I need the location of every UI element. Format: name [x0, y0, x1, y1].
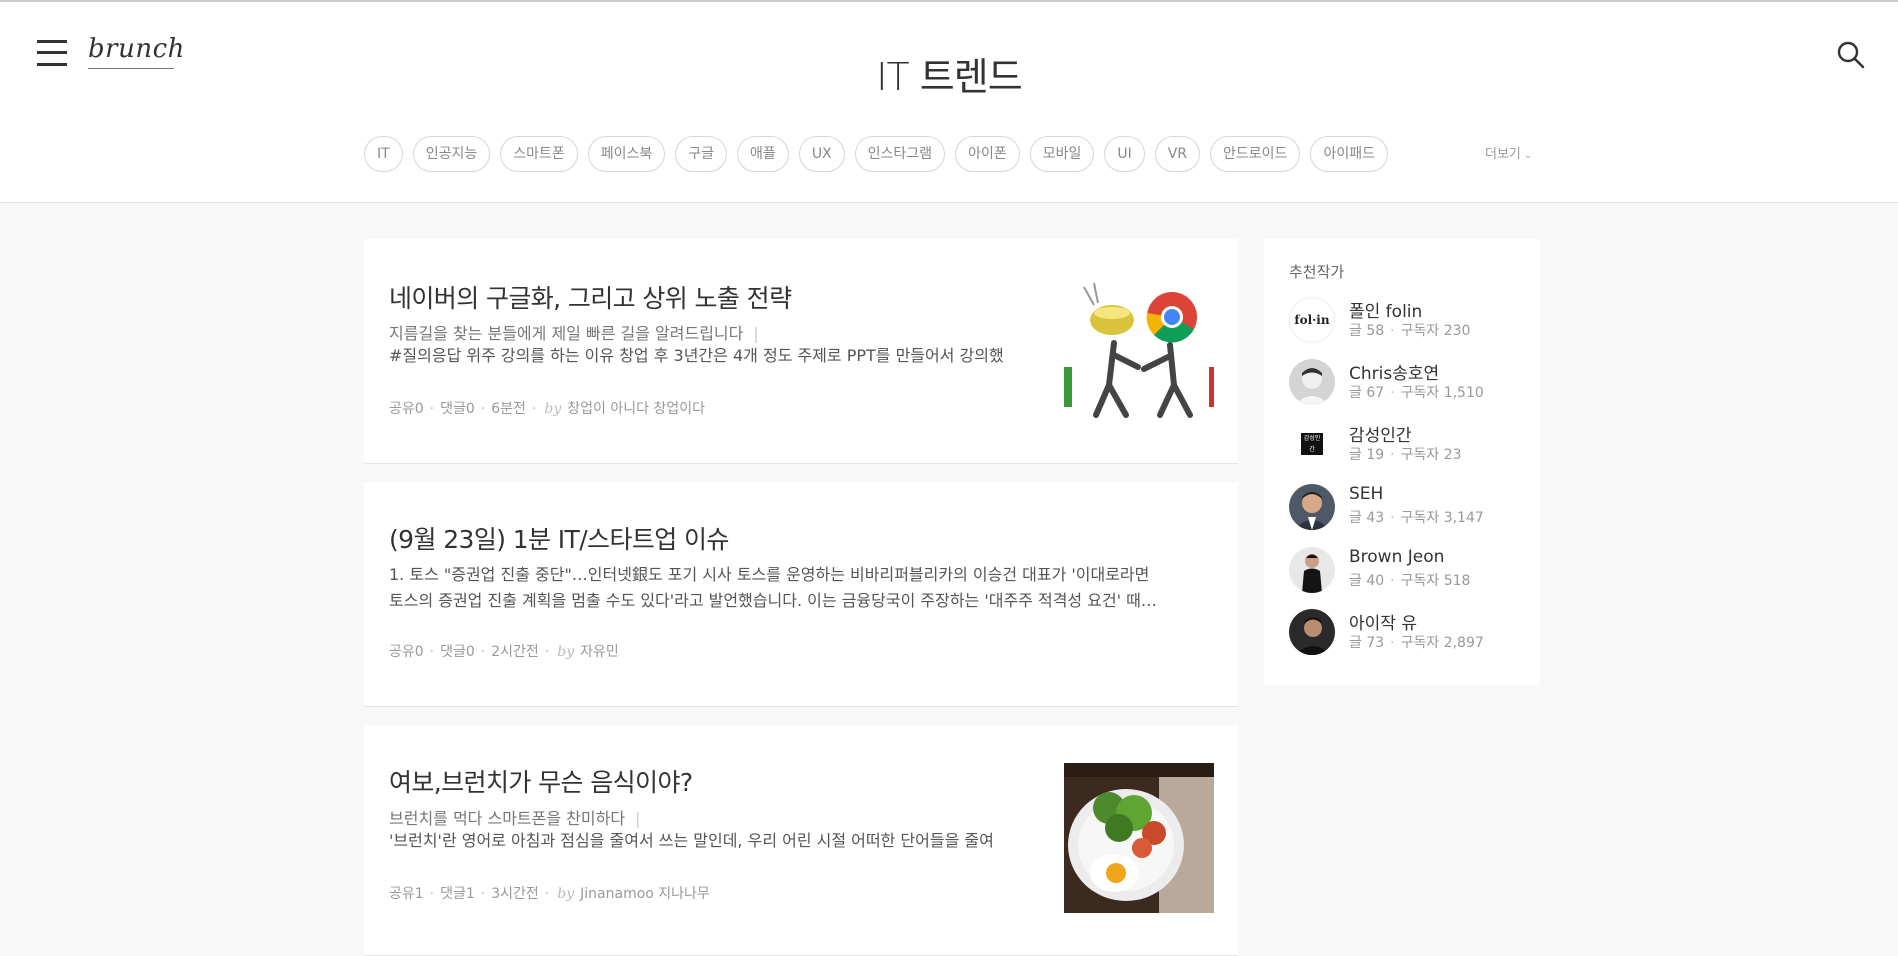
writer-stats: 글 73 · 구독자 2,897	[1349, 635, 1484, 651]
writer-name: 아이작 유	[1349, 614, 1417, 634]
keyword-tag[interactable]: 모바일	[1029, 136, 1095, 172]
avatar	[1289, 547, 1335, 593]
comment-count: 댓글1	[440, 886, 475, 902]
writer-name: Chris송호연	[1349, 364, 1440, 384]
article-card[interactable]: 여보,브런치가 무슨 음식이야? 브런치를 먹다 스마트폰을 찬미하다 | '브런…	[364, 725, 1238, 956]
avatar: 감성인간	[1289, 421, 1335, 467]
author-link[interactable]: 창업이 아니다 창업이다	[567, 401, 705, 417]
writer-name: 감성인간	[1349, 426, 1412, 446]
writer-stats: 글 40 · 구독자 518	[1349, 573, 1471, 589]
article-excerpt-line2: 토스의 증권업 진출 계획을 멈출 수도 있다'라고 발언했습니다. 이는 금융…	[389, 591, 1157, 610]
writer-stats: 글 67 · 구독자 1,510	[1349, 385, 1484, 401]
keyword-tag[interactable]: UI	[1104, 136, 1145, 172]
keyword-tag[interactable]: IT	[364, 136, 403, 172]
article-card[interactable]: 네이버의 구글화, 그리고 상위 노출 전략 지름길을 찾는 분들에게 제일 빠…	[364, 239, 1238, 464]
author-link[interactable]: Jinanamoo 지나나무	[580, 886, 710, 902]
article-meta: 공유0 · 댓글0 · 6분전 · by 창업이 아니다 창업이다	[389, 401, 705, 417]
article-title[interactable]: (9월 23일) 1분 IT/스타트업 이슈	[389, 520, 729, 556]
writer-item[interactable]: 감성인간 감성인간 글 19 · 구독자 23	[1289, 419, 1539, 469]
avatar	[1289, 484, 1335, 530]
writer-item[interactable]: fol·in 폴인 folin 글 58 · 구독자 230	[1289, 295, 1539, 345]
article-subtitle: 브런치를 먹다 스마트폰을 찬미하다 |	[389, 809, 641, 828]
writer-stats: 글 19 · 구독자 23	[1349, 447, 1462, 463]
recommended-writers-panel: 추천작가 fol·in 폴인 folin 글 58 · 구독자 230 Chris송…	[1264, 239, 1540, 685]
avatar	[1289, 359, 1335, 405]
share-count: 공유0	[389, 401, 424, 417]
keyword-tag[interactable]: VR	[1154, 136, 1201, 172]
keyword-tag[interactable]: 안드로이드	[1210, 136, 1301, 172]
article-excerpt: #질의응답 위주 강의를 하는 이유 창업 후 3년간은 4개 정도 주제로 P…	[389, 346, 1004, 365]
avatar	[1289, 609, 1335, 655]
post-time: 6분전	[491, 401, 526, 417]
article-meta: 공유0 · 댓글0 · 2시간전 · by 자유민	[389, 644, 619, 660]
post-time: 2시간전	[491, 644, 539, 660]
keyword-tag[interactable]: 아이패드	[1310, 136, 1388, 172]
article-excerpt: '브런치'란 영어로 아침과 점심을 줄여서 쓰는 말인데, 우리 어린 시절 …	[389, 831, 994, 850]
page-title: IT 트렌드	[876, 55, 1022, 99]
writer-name: Brown Jeon	[1349, 547, 1445, 567]
comment-count: 댓글0	[440, 644, 475, 660]
chevron-down-icon: ⌄	[1523, 150, 1533, 161]
writer-name: SEH	[1349, 484, 1384, 504]
site-header: brunch IT 트렌드 IT 인공지능 스마트폰 페이스북 구글 애플 UX…	[0, 2, 1898, 203]
article-title[interactable]: 네이버의 구글화, 그리고 상위 노출 전략	[389, 279, 792, 315]
writer-item[interactable]: Chris송호연 글 67 · 구독자 1,510	[1289, 357, 1539, 407]
keyword-tag[interactable]: 아이폰	[955, 136, 1020, 172]
article-subtitle: 지름길을 찾는 분들에게 제일 빠른 길을 알려드립니다 |	[389, 324, 759, 343]
keyword-tag[interactable]: 인공지능	[412, 136, 491, 172]
search-icon[interactable]	[1836, 40, 1866, 70]
more-keywords-button[interactable]: 더보기 ⌄	[1485, 143, 1532, 162]
share-count: 공유0	[389, 644, 424, 660]
article-card[interactable]: (9월 23일) 1분 IT/스타트업 이슈 1. 토스 "증권업 진출 중단"…	[364, 482, 1238, 707]
article-excerpt: 1. 토스 "증권업 진출 중단"…인터넷銀도 포기 시사 토스를 운영하는 비…	[389, 565, 1150, 584]
author-link[interactable]: 자유민	[580, 644, 619, 660]
keyword-tag[interactable]: 구글	[675, 136, 728, 172]
post-time: 3시간전	[491, 886, 539, 902]
writer-item[interactable]: 아이작 유 글 73 · 구독자 2,897	[1289, 607, 1539, 657]
writer-stats: 글 58 · 구독자 230	[1349, 323, 1471, 339]
keyword-tag[interactable]: 스마트폰	[500, 136, 578, 172]
article-meta: 공유1 · 댓글1 · 3시간전 · by Jinanamoo 지나나무	[389, 886, 710, 902]
keyword-tag[interactable]: 인스타그램	[854, 136, 946, 172]
article-title[interactable]: 여보,브런치가 무슨 음식이야?	[389, 763, 693, 799]
sidebar-title: 추천작가	[1289, 263, 1345, 281]
more-label: 더보기	[1485, 147, 1521, 162]
keyword-tag[interactable]: 애플	[737, 136, 789, 172]
writer-stats: 글 43 · 구독자 3,147	[1349, 510, 1484, 526]
comment-count: 댓글0	[440, 401, 475, 417]
keyword-tag[interactable]: UX	[798, 136, 845, 172]
avatar: fol·in	[1289, 297, 1335, 343]
writer-item[interactable]: SEH 글 43 · 구독자 3,147	[1289, 482, 1539, 532]
article-thumbnail[interactable]	[1064, 275, 1214, 425]
share-count: 공유1	[389, 886, 424, 902]
keyword-tag[interactable]: 페이스북	[587, 136, 666, 172]
writer-item[interactable]: Brown Jeon 글 40 · 구독자 518	[1289, 545, 1539, 595]
article-thumbnail[interactable]	[1064, 763, 1214, 913]
writer-name: 폴인 folin	[1349, 302, 1423, 322]
keyword-list: IT 인공지능 스마트폰 페이스북 구글 애플 UX 인스타그램 아이폰 모바일…	[364, 136, 1388, 172]
